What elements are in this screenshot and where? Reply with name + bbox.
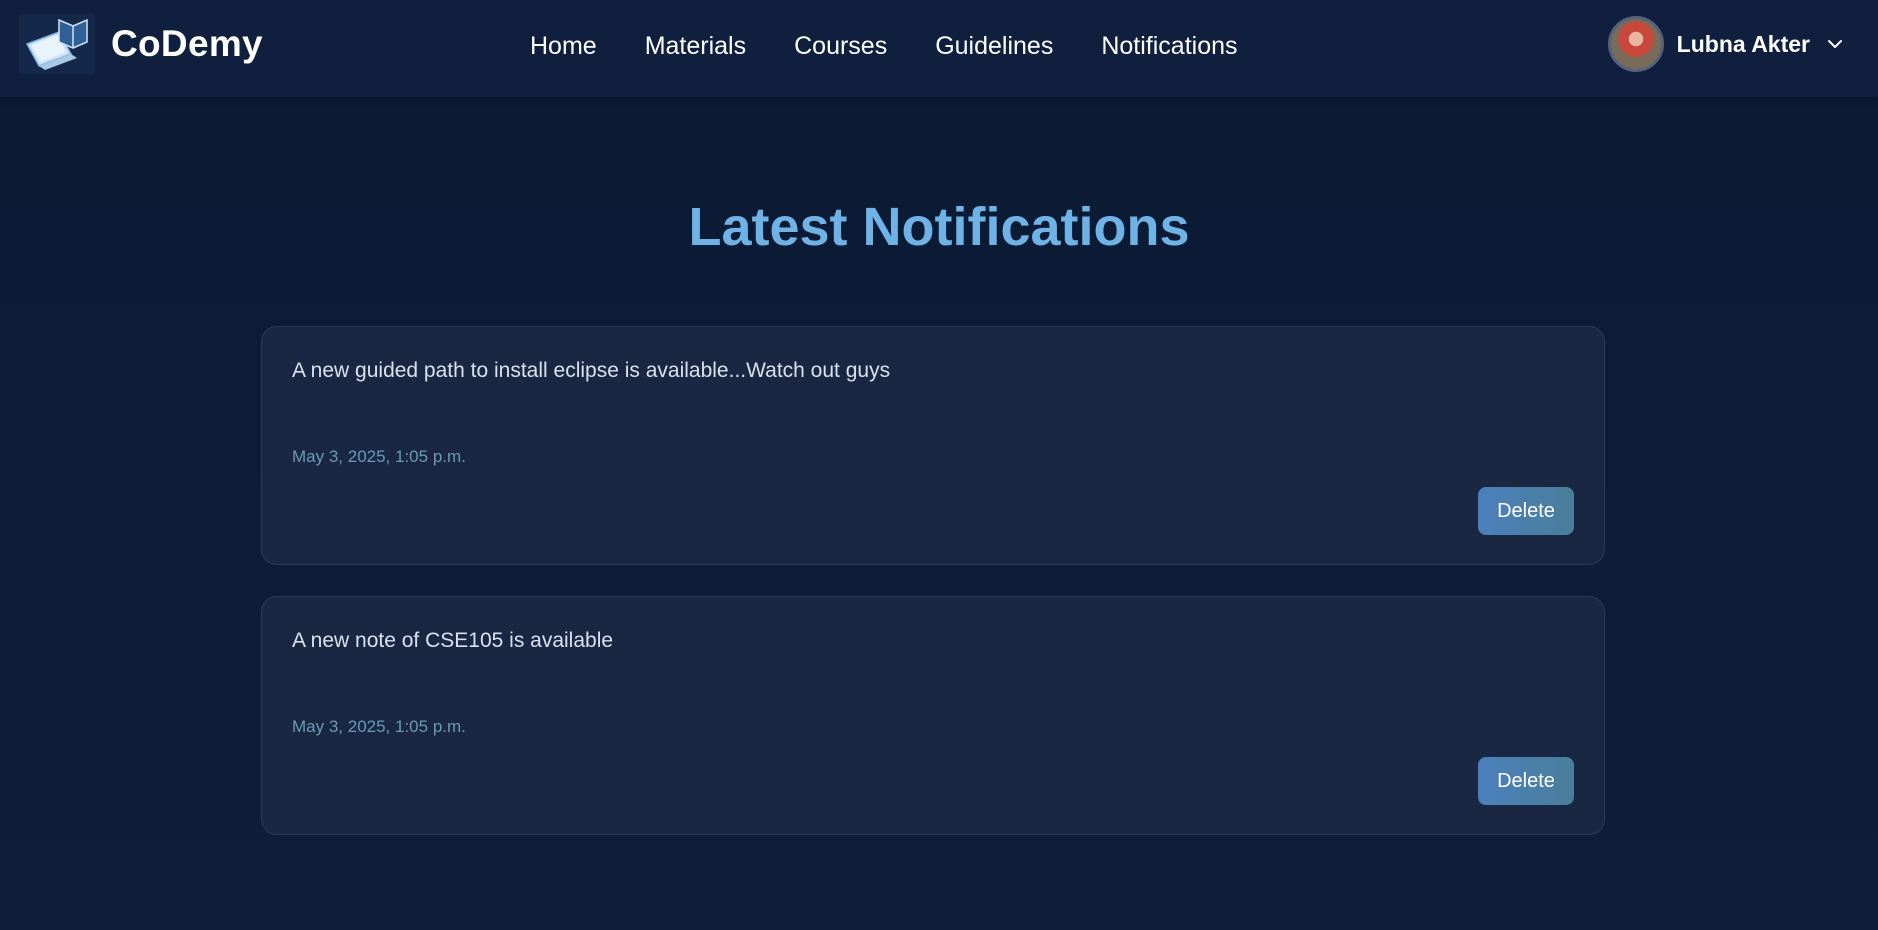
chevron-down-icon — [1828, 40, 1842, 48]
main-nav: Home Materials Courses Guidelines Notifi… — [530, 0, 1286, 92]
nav-item-guidelines[interactable]: Guidelines — [935, 32, 1053, 61]
laptop-book-icon — [19, 14, 95, 74]
nav-item-notifications[interactable]: Notifications — [1101, 32, 1237, 61]
top-navbar: CoDemy Home Materials Courses Guidelines… — [0, 0, 1878, 97]
user-name: Lubna Akter — [1676, 30, 1810, 57]
brand-home-link[interactable]: CoDemy — [19, 14, 263, 74]
nav-item-courses[interactable]: Courses — [794, 32, 887, 61]
avatar — [1607, 16, 1664, 72]
nav-item-materials[interactable]: Materials — [645, 32, 746, 61]
delete-button[interactable]: Delete — [1478, 757, 1574, 805]
notification-card: A new guided path to install eclipse is … — [261, 326, 1605, 565]
notification-list: A new guided path to install eclipse is … — [261, 326, 1605, 866]
user-menu-toggle[interactable]: Lubna Akter — [1607, 14, 1844, 74]
page-title: Latest Notifications — [688, 197, 1190, 257]
nav-item-home[interactable]: Home — [530, 32, 597, 61]
notification-timestamp: May 3, 2025, 1:05 p.m. — [292, 447, 466, 466]
notification-message: A new note of CSE105 is available — [292, 629, 614, 652]
delete-button[interactable]: Delete — [1478, 487, 1574, 535]
notification-message: A new guided path to install eclipse is … — [292, 359, 891, 382]
notification-timestamp: May 3, 2025, 1:05 p.m. — [292, 717, 466, 736]
brand-name: CoDemy — [111, 23, 263, 64]
notification-card: A new note of CSE105 is available May 3,… — [261, 596, 1605, 835]
